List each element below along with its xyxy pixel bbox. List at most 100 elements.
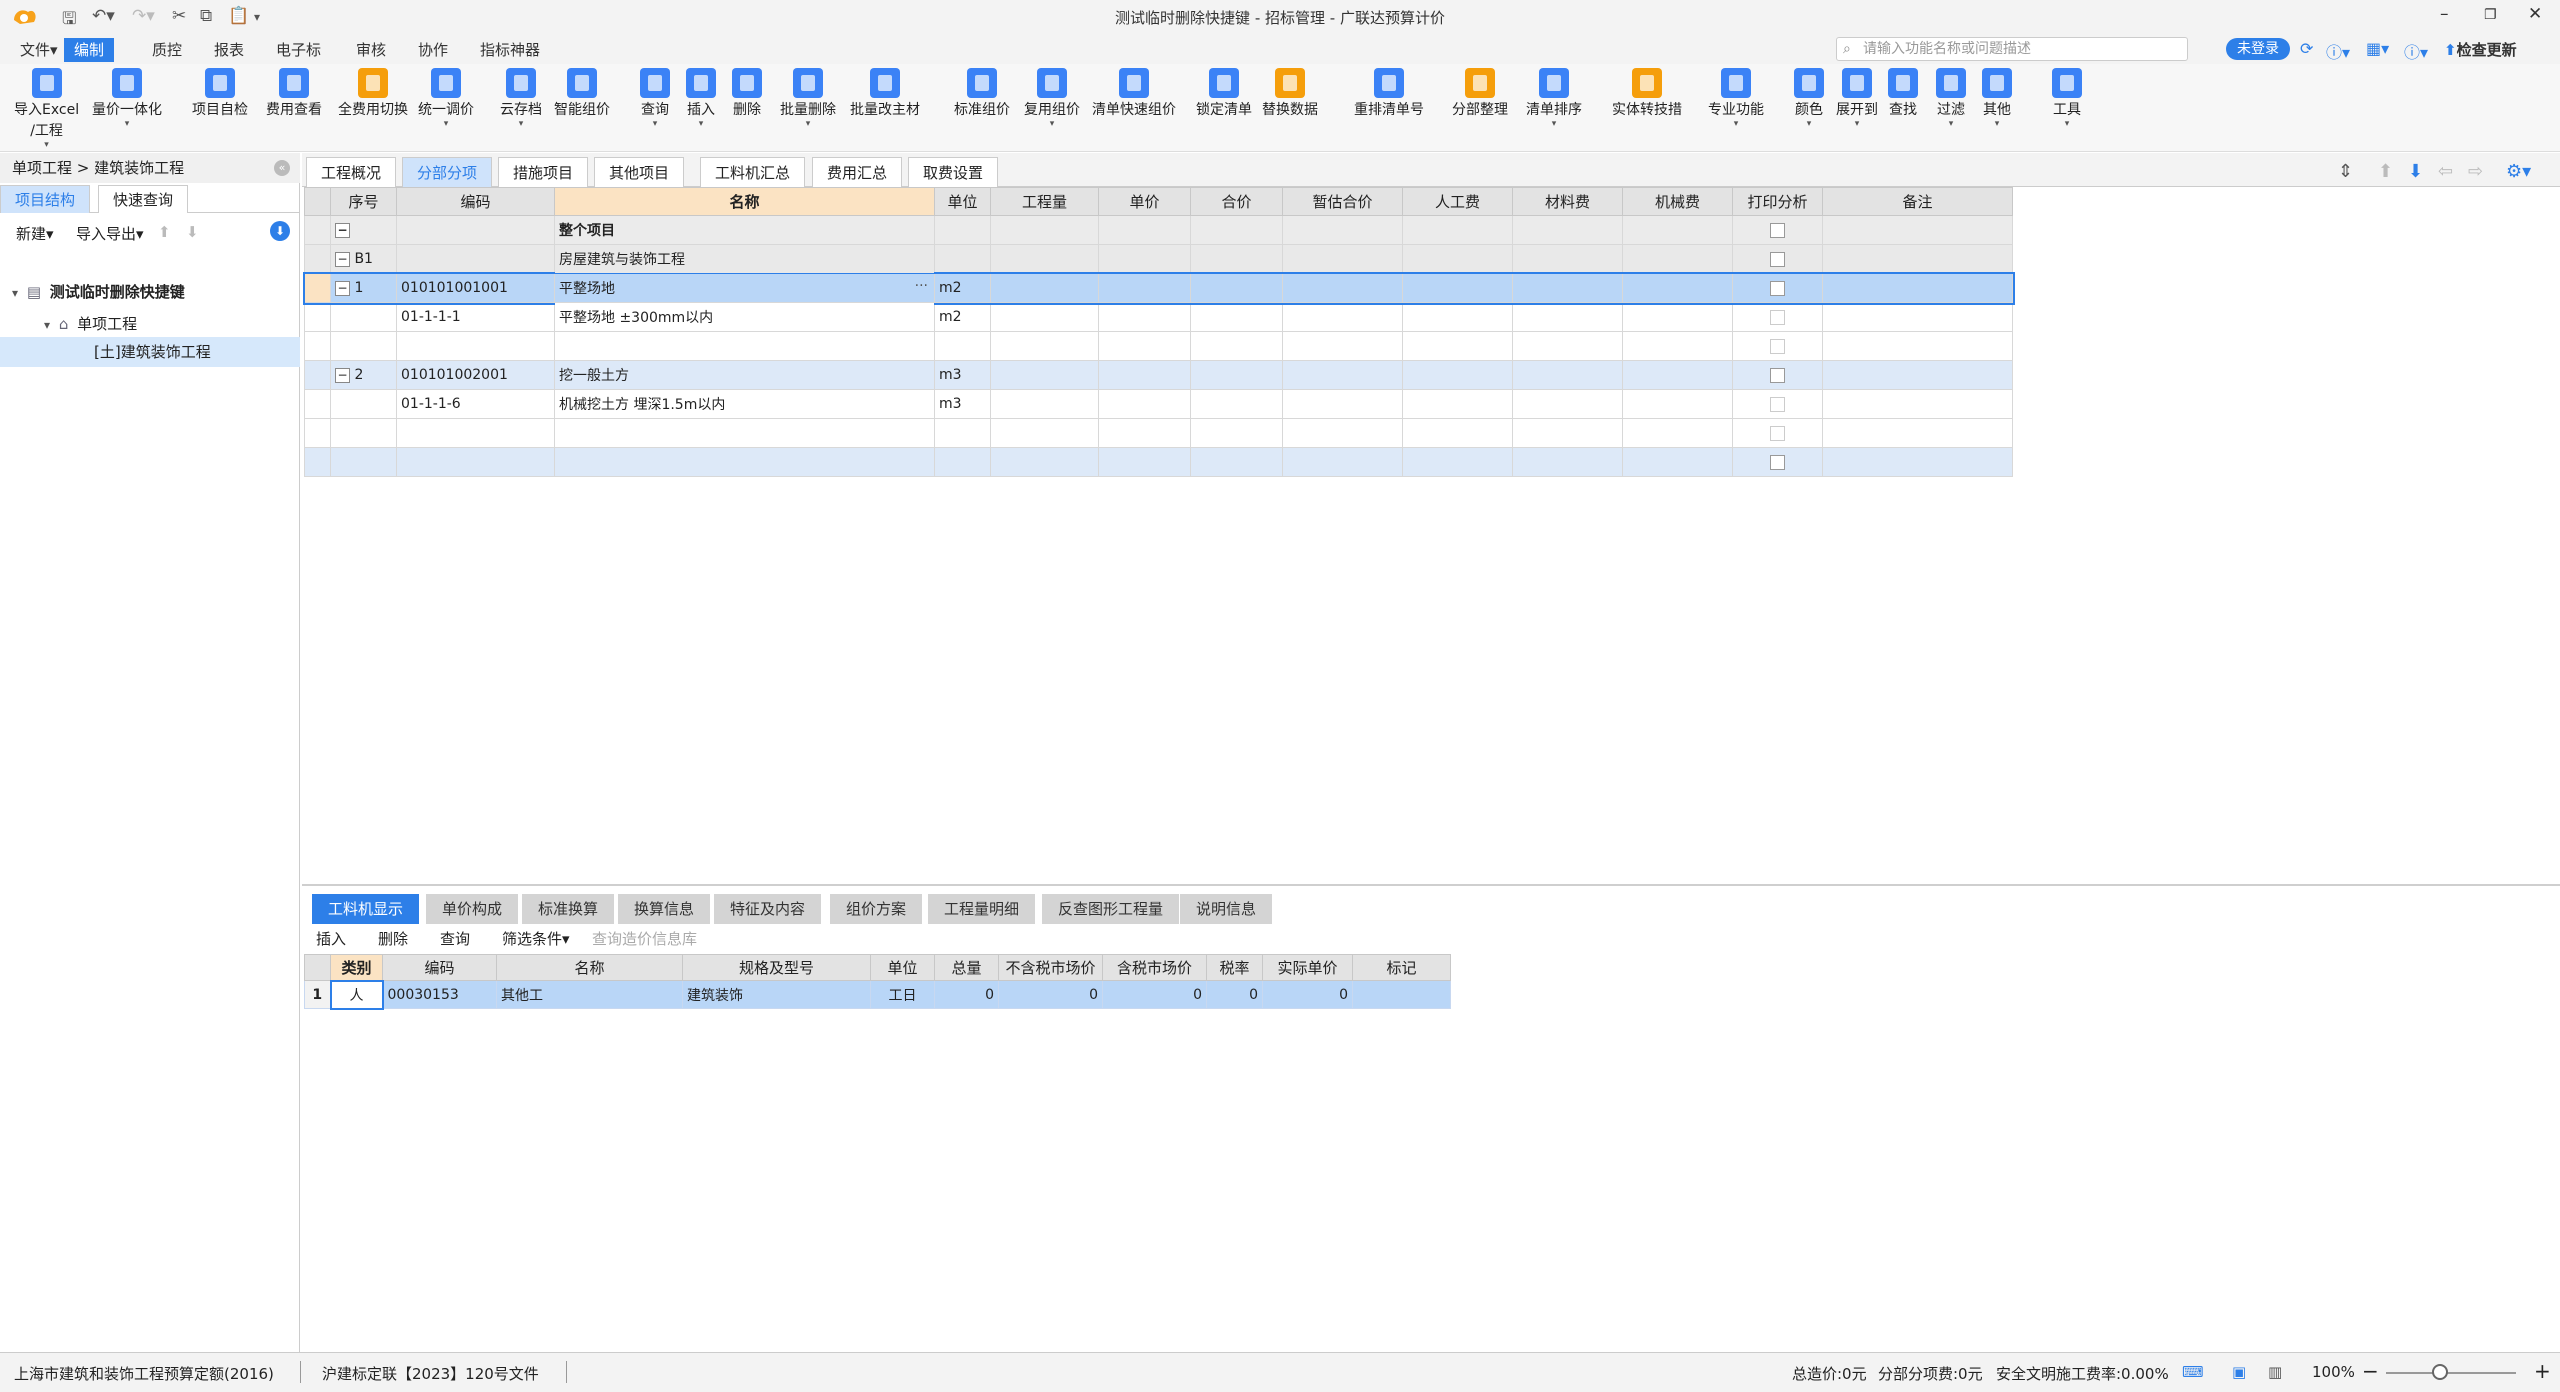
name-cell[interactable]	[554, 331, 935, 361]
row-gutter[interactable]	[304, 447, 331, 477]
value-cell[interactable]	[1098, 447, 1191, 477]
resource-column-header-5[interactable]: 总量	[934, 954, 999, 981]
remark-cell[interactable]	[1822, 302, 2013, 332]
remark-cell[interactable]	[1822, 360, 2013, 390]
move-right-icon[interactable]: ⇨	[2468, 161, 2483, 182]
tab-1[interactable]: 分部分项	[402, 157, 493, 187]
settings-icon[interactable]: ⚙▾	[2506, 161, 2531, 182]
tab-5[interactable]: 费用汇总	[812, 157, 903, 187]
print-analysis-checkbox[interactable]	[1770, 367, 1785, 383]
remark-cell[interactable]	[1822, 273, 2013, 303]
resource-column-header-8[interactable]: 税率	[1206, 954, 1263, 981]
menu-item-0[interactable]: 文件▾	[10, 38, 68, 62]
value-cell[interactable]	[1190, 418, 1283, 448]
print-analysis-checkbox[interactable]	[1770, 396, 1785, 412]
resource-column-header-2[interactable]: 名称	[496, 954, 683, 981]
value-cell[interactable]	[990, 360, 1099, 390]
unit-cell[interactable]: m2	[934, 302, 991, 332]
apps-icon[interactable]: ▦▾	[2366, 39, 2389, 58]
resource-column-header-6[interactable]: 不含税市场价	[998, 954, 1103, 981]
download-icon[interactable]: ⬇	[270, 221, 290, 241]
collapse-icon[interactable]: −	[335, 251, 350, 267]
collapse-panel-icon[interactable]: «	[274, 160, 290, 176]
value-cell[interactable]	[1282, 273, 1403, 303]
code-cell[interactable]	[396, 418, 555, 448]
unit-cell[interactable]	[934, 215, 991, 245]
print-analysis-cell[interactable]	[1732, 273, 1823, 303]
zoom-in-icon[interactable]: +	[2534, 1359, 2551, 1383]
code-cell[interactable]: 010101002001	[396, 360, 555, 390]
value-cell[interactable]	[1512, 389, 1623, 419]
print-analysis-checkbox[interactable]	[1770, 222, 1785, 238]
detail-action-2[interactable]: 查询	[440, 928, 470, 949]
detail-action-3[interactable]: 筛选条件▾	[502, 928, 570, 949]
insert-button[interactable]: 插入 ▾	[686, 68, 716, 129]
dropdown-arrow-icon[interactable]: ▾	[2052, 119, 2082, 129]
seq-cell[interactable]	[330, 331, 397, 361]
value-cell[interactable]	[1098, 389, 1191, 419]
value-cell[interactable]	[990, 302, 1099, 332]
login-button[interactable]: 未登录	[2226, 38, 2290, 60]
value-cell[interactable]	[990, 389, 1099, 419]
column-header-10[interactable]: 机械费	[1622, 187, 1733, 216]
column-header-5[interactable]: 单价	[1098, 187, 1191, 216]
quota-standard[interactable]: 上海市建筑和装饰工程预算定额(2016)	[14, 1363, 274, 1384]
seq-cell[interactable]	[330, 418, 397, 448]
name-cell[interactable]	[554, 447, 935, 477]
value-cell[interactable]	[1282, 244, 1403, 274]
value-cell[interactable]	[1512, 273, 1623, 303]
detail-tab-8[interactable]: 说明信息	[1180, 894, 1273, 924]
collapse-icon[interactable]: −	[335, 367, 350, 383]
column-header-9[interactable]: 材料费	[1512, 187, 1623, 216]
print-analysis-cell[interactable]	[1732, 389, 1823, 419]
value-cell[interactable]	[1282, 302, 1403, 332]
seq-cell[interactable]	[330, 447, 397, 477]
name-cell[interactable]: 挖一般土方	[554, 360, 935, 390]
dropdown-arrow-icon[interactable]: ▾	[1526, 119, 1582, 129]
name-cell[interactable]: 平整场地 ···	[554, 273, 935, 303]
tab-project-structure[interactable]: 项目结构	[0, 185, 91, 213]
seq-cell[interactable]: − B1	[330, 244, 397, 274]
print-analysis-checkbox[interactable]	[1770, 454, 1785, 470]
detail-tab-2[interactable]: 标准换算	[522, 894, 615, 924]
value-cell[interactable]	[1098, 331, 1191, 361]
dropdown-arrow-icon[interactable]: ▾	[780, 119, 836, 129]
value-cell[interactable]	[1190, 360, 1283, 390]
menu-item-5[interactable]: 审核	[346, 38, 396, 62]
menu-item-2[interactable]: 质控	[142, 38, 192, 62]
new-button[interactable]: 新建▾	[16, 223, 54, 244]
resource-name-cell[interactable]: 其他工	[496, 980, 683, 1009]
cloud-archive-button[interactable]: 云存档 ▾	[500, 68, 542, 129]
resource-column-header-1[interactable]: 编码	[382, 954, 497, 981]
print-analysis-checkbox[interactable]	[1770, 309, 1785, 325]
print-analysis-cell[interactable]	[1732, 418, 1823, 448]
print-analysis-checkbox[interactable]	[1770, 338, 1785, 354]
print-analysis-checkbox[interactable]	[1770, 251, 1785, 267]
unit-cell[interactable]	[934, 447, 991, 477]
row-gutter[interactable]	[304, 389, 331, 419]
row-gutter[interactable]	[304, 360, 331, 390]
expand-button[interactable]: 展开到 ▾	[1836, 68, 1878, 129]
resource-column-header-0[interactable]: 类别	[330, 954, 383, 981]
value-cell[interactable]	[1512, 360, 1623, 390]
unit-cell[interactable]: m3	[934, 360, 991, 390]
value-cell[interactable]	[1402, 389, 1513, 419]
move-down-icon[interactable]: ⬇	[2408, 161, 2423, 182]
name-cell[interactable]: 平整场地 ±300mm以内	[554, 302, 935, 332]
value-cell[interactable]	[1190, 447, 1283, 477]
move-up-icon[interactable]: ⬆	[2378, 161, 2393, 182]
resource-row[interactable]: 1 人 00030153 其他工 建筑装饰 工日 0 0 0 0 0	[304, 979, 1451, 1010]
value-cell[interactable]	[1512, 418, 1623, 448]
column-header-2[interactable]: 名称	[554, 187, 935, 216]
section-organize-button[interactable]: 分部整理	[1452, 68, 1508, 119]
resource-column-header-7[interactable]: 含税市场价	[1102, 954, 1207, 981]
dropdown-arrow-icon[interactable]: ▾	[1982, 119, 2012, 129]
column-header-0[interactable]: 序号	[330, 187, 397, 216]
tab-2[interactable]: 措施项目	[498, 157, 589, 187]
move-up-icon[interactable]: ⬆	[158, 223, 171, 241]
column-header-6[interactable]: 合价	[1190, 187, 1283, 216]
detail-tab-1[interactable]: 单价构成	[426, 894, 519, 924]
value-cell[interactable]	[1622, 331, 1733, 361]
tree-toggle-icon[interactable]: ▾	[44, 318, 50, 332]
value-cell[interactable]	[1622, 302, 1733, 332]
